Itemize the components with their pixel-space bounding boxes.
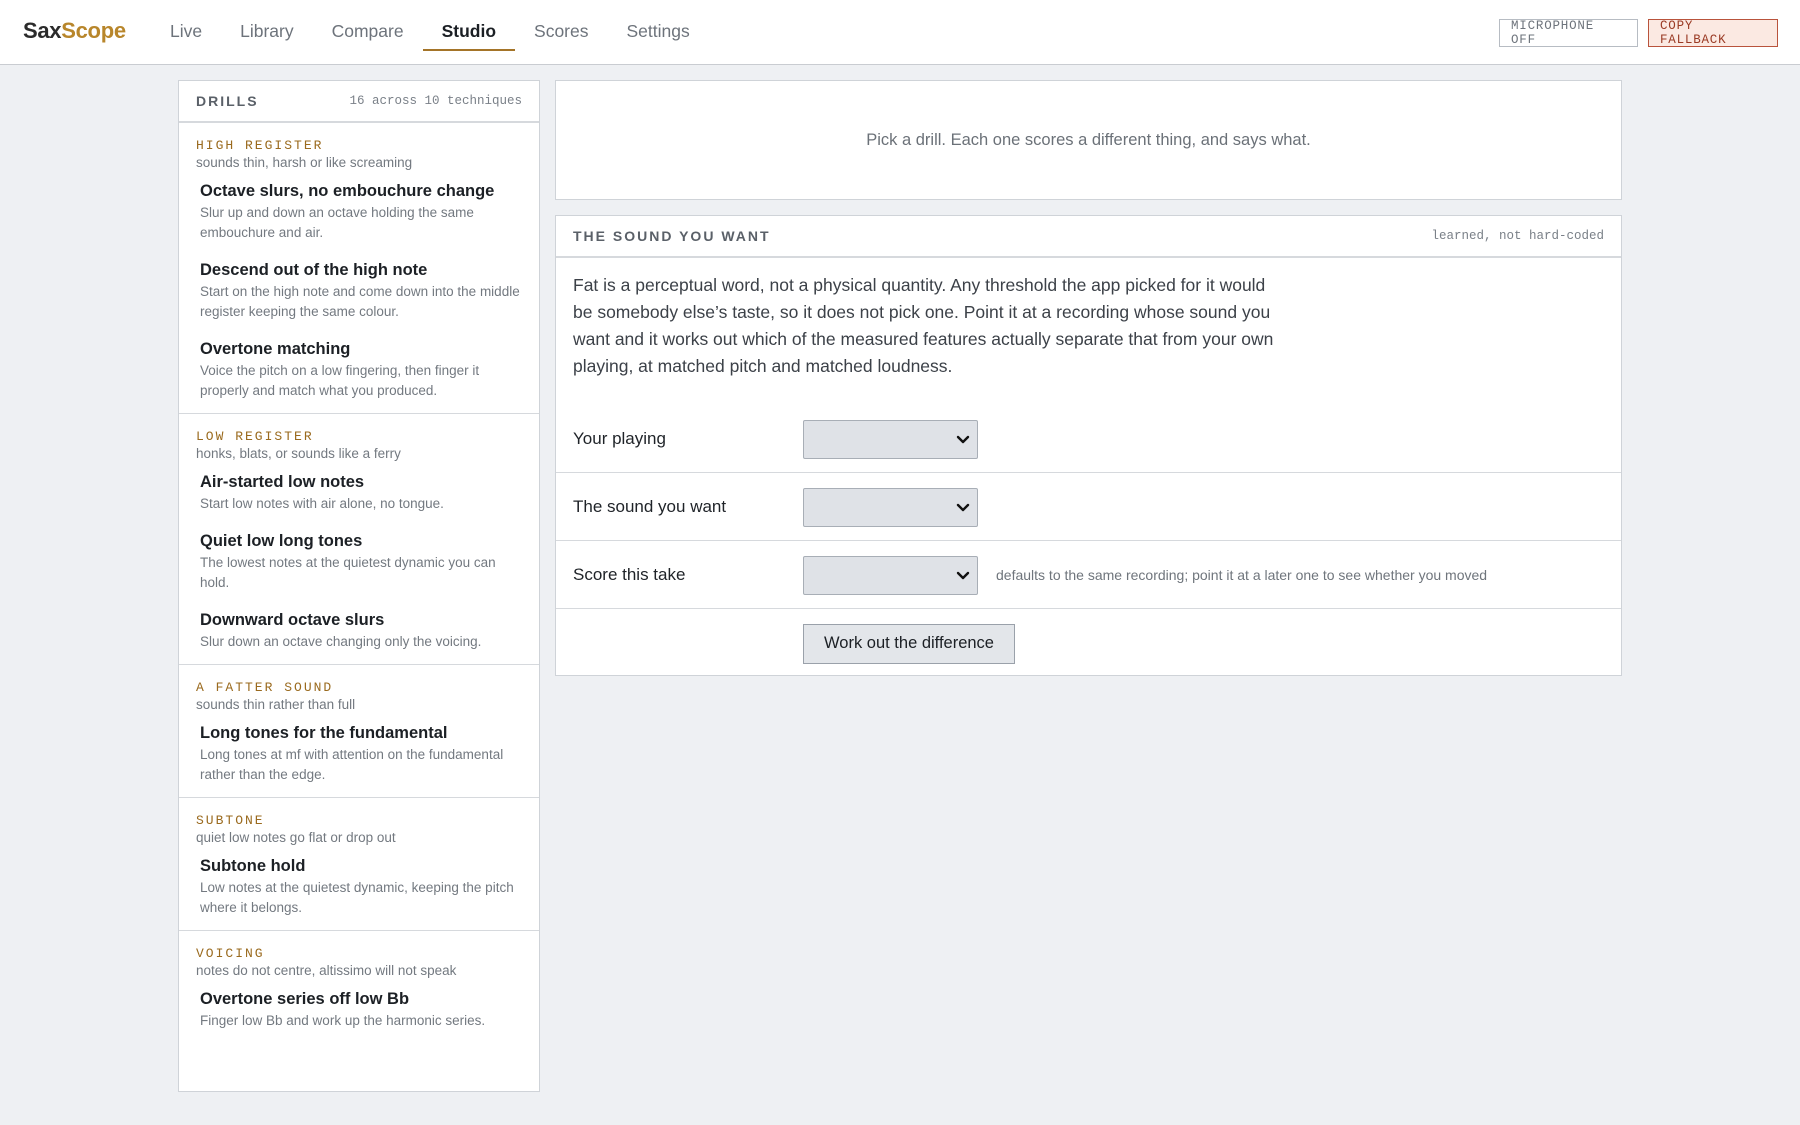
panel-header: THE SOUND YOU WANT learned, not hard-cod… xyxy=(556,216,1621,258)
drill-description: Start on the high note and come down int… xyxy=(200,284,520,319)
group-description: sounds thin, harsh or like screaming xyxy=(196,155,413,170)
panel-title: THE SOUND YOU WANT xyxy=(573,228,771,244)
score-take-hint: defaults to the same recording; point it… xyxy=(996,567,1488,583)
brand-part-2: Scope xyxy=(61,18,126,43)
microphone-toggle-button[interactable]: MICROPHONE OFF xyxy=(1499,19,1638,47)
drill-group-high-register: HIGH REGISTER sounds thin, harsh or like… xyxy=(179,123,539,414)
group-name: A FATTER SOUND xyxy=(196,680,334,695)
chevron-down-icon xyxy=(956,571,970,579)
panel-note: learned, not hard-coded xyxy=(1431,229,1604,243)
drill-title: Octave slurs, no embouchure change xyxy=(200,182,495,200)
your-playing-select[interactable] xyxy=(803,419,978,459)
drills-sidebar: DRILLS 16 across 10 techniques HIGH REGI… xyxy=(178,80,540,1092)
drill-item[interactable]: Descend out of the high note Start on th… xyxy=(179,249,539,328)
nav-compare[interactable]: Compare xyxy=(313,0,423,65)
work-out-difference-button[interactable]: Work out the difference xyxy=(803,623,1015,664)
drill-group-voicing: VOICING notes do not centre, altissimo w… xyxy=(179,931,539,1043)
sound-you-want-select[interactable] xyxy=(803,487,978,527)
brand-part-1: Sax xyxy=(23,18,62,43)
drill-group-subtone: SUBTONE quiet low notes go flat or drop … xyxy=(179,798,539,931)
main-nav: Live Library Compare Studio Scores Setti… xyxy=(151,0,709,65)
drill-description: Slur up and down an octave holding the s… xyxy=(200,205,474,240)
drill-title: Subtone hold xyxy=(200,857,306,875)
drill-item[interactable]: Downward octave slurs Slur down an octav… xyxy=(179,599,539,658)
group-name: VOICING xyxy=(196,946,265,961)
drill-title: Overtone series off low Bb xyxy=(200,990,410,1008)
nav-scores[interactable]: Scores xyxy=(515,0,607,65)
nav-studio[interactable]: Studio xyxy=(422,0,516,65)
score-take-label: Score this take xyxy=(573,565,686,584)
nav-live[interactable]: Live xyxy=(151,0,221,65)
group-name: SUBTONE xyxy=(196,813,265,828)
drill-item[interactable]: Air-started low notes Start low notes wi… xyxy=(179,461,539,520)
app-logo[interactable]: SaxScope xyxy=(23,18,126,44)
chevron-down-icon xyxy=(956,503,970,511)
drill-description: Voice the pitch on a low fingering, then… xyxy=(200,363,480,398)
drill-description: Start low notes with air alone, no tongu… xyxy=(200,496,444,511)
drill-title: Quiet low long tones xyxy=(200,532,363,550)
drill-description: Long tones at mf with attention on the f… xyxy=(200,747,504,782)
drill-description: The lowest notes at the quietest dynamic… xyxy=(200,555,496,590)
drill-description: Low notes at the quietest dynamic, keepi… xyxy=(200,880,514,915)
nav-settings[interactable]: Settings xyxy=(608,0,709,65)
drill-title: Air-started low notes xyxy=(200,473,365,491)
drill-description: Slur down an octave changing only the vo… xyxy=(200,634,482,649)
drill-title: Overtone matching xyxy=(200,340,351,358)
copy-fallback-button[interactable]: COPY FALLBACK xyxy=(1648,19,1778,47)
group-name: LOW REGISTER xyxy=(196,429,314,444)
drill-item[interactable]: Octave slurs, no embouchure change Slur … xyxy=(179,170,539,249)
your-playing-label: Your playing xyxy=(573,429,666,448)
drill-group-fatter-sound: A FATTER SOUND sounds thin rather than f… xyxy=(179,665,539,798)
drills-header: DRILLS 16 across 10 techniques xyxy=(179,81,539,123)
group-description: notes do not centre, altissimo will not … xyxy=(196,963,457,978)
drill-title: Descend out of the high note xyxy=(200,261,428,279)
drill-title: Downward octave slurs xyxy=(200,611,385,629)
sound-you-want-panel: THE SOUND YOU WANT learned, not hard-cod… xyxy=(555,215,1622,676)
drill-item[interactable]: Overtone series off low Bb Finger low Bb… xyxy=(179,978,539,1037)
group-description: sounds thin rather than full xyxy=(196,697,356,712)
drill-item[interactable]: Long tones for the fundamental Long tone… xyxy=(179,712,539,791)
nav-library[interactable]: Library xyxy=(221,0,313,65)
sound-you-want-label: The sound you want xyxy=(573,497,727,516)
drill-group-low-register: LOW REGISTER honks, blats, or sounds lik… xyxy=(179,414,539,665)
drills-count: 16 across 10 techniques xyxy=(349,94,522,108)
panel-description: Fat is a perceptual word, not a physical… xyxy=(573,275,1274,376)
group-description: quiet low notes go flat or drop out xyxy=(196,830,396,845)
group-description: honks, blats, or sounds like a ferry xyxy=(196,446,401,461)
submit-row: Work out the difference xyxy=(556,610,1621,677)
drill-description: Finger low Bb and work up the harmonic s… xyxy=(200,1013,486,1028)
drill-intro-card: Pick a drill. Each one scores a differen… xyxy=(555,80,1622,200)
drill-title: Long tones for the fundamental xyxy=(200,724,448,742)
drill-item[interactable]: Quiet low long tones The lowest notes at… xyxy=(179,520,539,599)
score-take-row: Score this take defaults to the same rec… xyxy=(556,542,1621,609)
drill-item[interactable]: Subtone hold Low notes at the quietest d… xyxy=(179,845,539,924)
chevron-down-icon xyxy=(956,435,970,443)
your-playing-row: Your playing xyxy=(556,406,1621,473)
sound-you-want-row: The sound you want xyxy=(556,474,1621,541)
top-bar: SaxScope Live Library Compare Studio Sco… xyxy=(0,0,1800,65)
drill-item[interactable]: Overtone matching Voice the pitch on a l… xyxy=(179,328,539,407)
score-take-select[interactable] xyxy=(803,555,978,595)
group-name: HIGH REGISTER xyxy=(196,138,324,153)
intro-text: Pick a drill. Each one scores a differen… xyxy=(866,130,1311,149)
drills-title: DRILLS xyxy=(196,93,259,109)
